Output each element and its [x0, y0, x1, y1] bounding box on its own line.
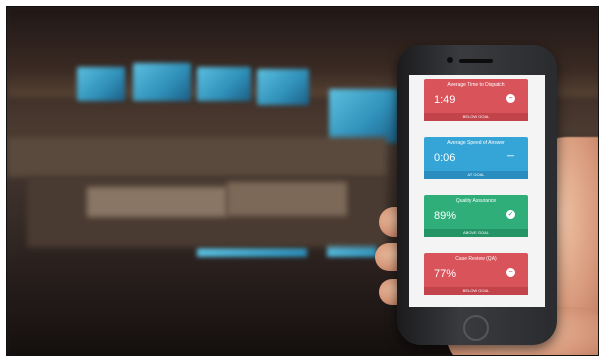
- background-monitor: [257, 69, 309, 105]
- speaker-grille: [459, 59, 493, 63]
- card-value: 77%: [434, 268, 457, 280]
- background-monitor: [197, 67, 251, 101]
- background-chair: [227, 182, 347, 216]
- photo-frame: Average Time to Dispatch 1:49 − BELOW GO…: [6, 6, 599, 356]
- minus-circle-icon: −: [506, 94, 515, 103]
- smartphone: Average Time to Dispatch 1:49 − BELOW GO…: [397, 45, 557, 345]
- card-status: BELOW GOAL: [424, 113, 528, 121]
- card-status: BELOW GOAL: [424, 287, 528, 295]
- card-value: 89%: [434, 210, 457, 222]
- background-desk: [7, 137, 387, 177]
- background-monitor: [133, 63, 191, 101]
- metric-card-case-review[interactable]: Case Review (QA) 77% − BELOW GOAL: [424, 253, 528, 295]
- dash-icon: —: [507, 153, 514, 160]
- check-circle-icon: ✓: [506, 210, 515, 219]
- phone-screen: Average Time to Dispatch 1:49 − BELOW GO…: [409, 75, 545, 307]
- card-status: ABOVE GOAL: [424, 229, 528, 237]
- minus-circle-icon: −: [506, 268, 515, 277]
- card-value: 1:49: [434, 94, 456, 106]
- metric-card-quality[interactable]: Quality Assurance 89% ✓ ABOVE GOAL: [424, 195, 528, 237]
- card-title: Case Review (QA): [455, 256, 497, 262]
- camera-icon: [447, 57, 453, 63]
- home-button[interactable]: [463, 315, 489, 341]
- background-monitor: [329, 89, 399, 143]
- card-status: AT GOAL: [424, 171, 528, 179]
- background-monitor: [77, 67, 125, 101]
- card-value: 0:06: [434, 152, 456, 164]
- card-title: Average Speed of Answer: [447, 140, 505, 146]
- background-chair: [87, 187, 227, 217]
- card-title: Quality Assurance: [455, 198, 497, 204]
- metric-card-dispatch[interactable]: Average Time to Dispatch 1:49 − BELOW GO…: [424, 79, 528, 121]
- card-title: Average Time to Dispatch: [447, 82, 505, 88]
- metric-card-answer-speed[interactable]: Average Speed of Answer 0:06 — AT GOAL: [424, 137, 528, 179]
